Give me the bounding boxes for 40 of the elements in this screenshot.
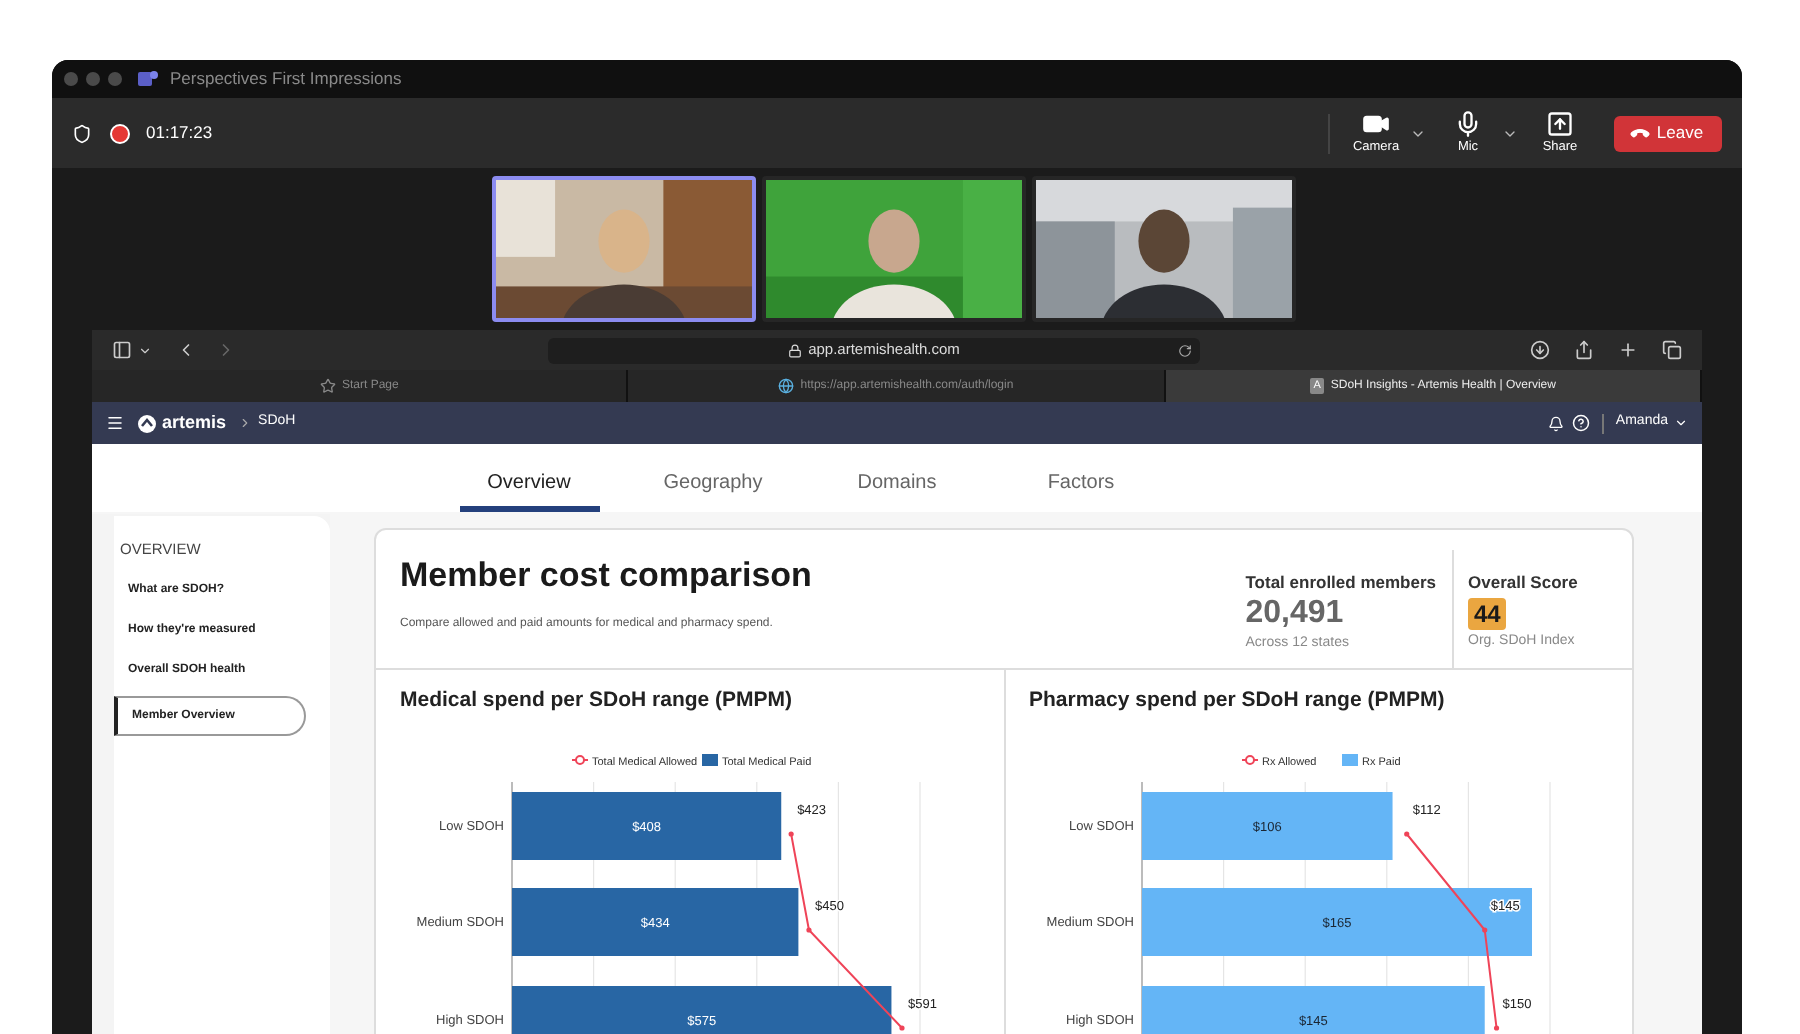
chevron-down-icon[interactable] (138, 343, 152, 357)
card-title: Member cost comparison (400, 554, 814, 598)
new-tab-icon[interactable] (1618, 340, 1638, 360)
page-tab[interactable]: Factors (1011, 460, 1151, 512)
window-title: Perspectives First Impressions (170, 66, 402, 92)
data-point (899, 1025, 905, 1031)
notification-icon[interactable] (1547, 415, 1564, 431)
lock-icon (788, 343, 803, 357)
reload-icon[interactable] (1178, 343, 1192, 357)
call-timer: 01:17:23 (146, 120, 213, 146)
brand-logo-icon (136, 413, 158, 433)
sidebar-toggle-icon[interactable] (112, 340, 132, 360)
stat-value: 20,491 (1245, 595, 1346, 632)
help-icon[interactable] (1571, 414, 1590, 432)
tab-overview-icon[interactable] (1662, 340, 1682, 360)
download-icon[interactable] (1530, 340, 1550, 360)
shield-icon (72, 123, 92, 143)
chart-title: Pharmacy spend per SDoH range (PMPM) (1027, 686, 1447, 716)
caret-icon (1674, 416, 1688, 430)
breadcrumb-chevron-icon (238, 416, 253, 430)
stat-label: Overall Score (1468, 570, 1580, 596)
stat-label: Total enrolled members (1245, 570, 1436, 596)
data-point (788, 831, 794, 837)
brand-name: artemis (162, 409, 227, 436)
share-icon[interactable] (1574, 340, 1594, 360)
data-point (1492, 1025, 1499, 1031)
star-icon (319, 378, 336, 394)
score-badge: 44 (1468, 597, 1507, 630)
data-point (806, 927, 812, 933)
page-tab[interactable]: Domains (827, 460, 967, 512)
share-icon (1544, 110, 1576, 139)
page-tab[interactable]: Overview (459, 460, 599, 512)
data-point (1403, 831, 1409, 837)
globe-icon (778, 378, 795, 394)
app-logo-icon (138, 70, 158, 88)
menu-icon[interactable] (106, 414, 124, 432)
page-tab[interactable]: Geography (643, 460, 783, 512)
data-point (1481, 927, 1487, 933)
leave-button[interactable]: Leave (1614, 115, 1722, 151)
chart-title: Medical spend per SDoH range (PMPM) (398, 686, 795, 716)
